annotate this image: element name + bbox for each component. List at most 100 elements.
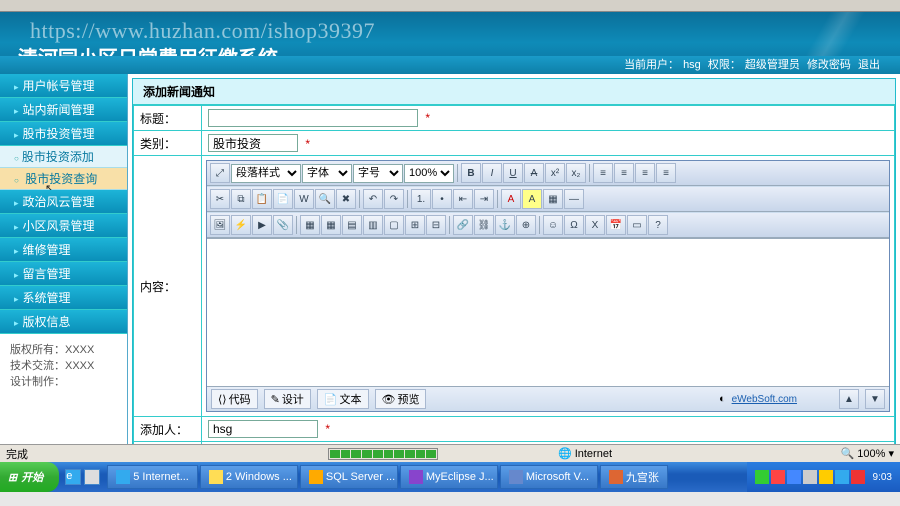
cell-icon[interactable]: ▢ [384,215,404,235]
change-password-link[interactable]: 修改密码 [807,59,851,71]
sidebar-item-user-account[interactable]: 用户帐号管理 [0,74,127,98]
map-icon[interactable]: ⊕ [516,215,536,235]
tab-text[interactable]: 📄文本 [317,389,369,409]
row-icon[interactable]: ▤ [342,215,362,235]
expand-icon[interactable]: ⤢ [210,163,230,183]
split-icon[interactable]: ⊟ [426,215,446,235]
marquee-icon[interactable]: ▭ [627,215,647,235]
tray-icon[interactable] [787,470,801,484]
copy-icon[interactable]: ⧉ [231,189,251,209]
ul-icon[interactable]: • [432,189,452,209]
task-sqlserver[interactable]: SQL Server ... [300,465,398,489]
unlink-icon[interactable]: ⛓ [474,215,494,235]
paste-icon[interactable]: 📋 [252,189,272,209]
sidebar-item-message[interactable]: 留言管理 [0,262,127,286]
label-category: 类别： [134,131,202,156]
align-center-icon[interactable]: ≡ [614,163,634,183]
paste-text-icon[interactable]: 📄 [273,189,293,209]
align-left-icon[interactable]: ≡ [593,163,613,183]
italic-icon[interactable]: I [482,163,502,183]
sidebar-item-system[interactable]: 系统管理 [0,286,127,310]
superscript-icon[interactable]: x² [545,163,565,183]
backcolor-icon[interactable]: A [522,189,542,209]
outdent-icon[interactable]: ⇤ [453,189,473,209]
zoom-control[interactable]: 🔍 100% ▾ [841,447,894,460]
subscript-icon[interactable]: x₂ [566,163,586,183]
align-right-icon[interactable]: ≡ [635,163,655,183]
task-ie[interactable]: 5 Internet... [107,465,198,489]
emoji-icon[interactable]: ☺ [543,215,563,235]
adder-input[interactable] [208,420,318,438]
paste-word-icon[interactable]: W [294,189,314,209]
table-prop-icon[interactable]: ▦ [321,215,341,235]
zoom-select[interactable]: 100% [404,164,454,183]
shield-icon[interactable] [851,470,865,484]
size-select[interactable]: 字号 [353,164,403,183]
tab-code[interactable]: ⟨⟩代码 [211,389,258,409]
task-explorer[interactable]: 2 Windows ... [200,465,298,489]
tab-preview[interactable]: 👁预览 [375,389,427,409]
label-image: 首页图片： [134,442,202,445]
strike-icon[interactable]: A [524,163,544,183]
format-select[interactable]: 段落样式 [231,164,301,183]
sidebar: 用户帐号管理 站内新闻管理 股市投资管理 股市投资添加 股市投资查询 ↖ 政治风… [0,74,128,444]
underline-icon[interactable]: U [503,163,523,183]
clock[interactable]: 9:03 [873,472,892,483]
link-icon[interactable]: 🔗 [453,215,473,235]
date-icon[interactable]: 📅 [606,215,626,235]
align-justify-icon[interactable]: ≡ [656,163,676,183]
image-icon[interactable]: 🖼 [210,215,230,235]
anchor-icon[interactable]: ⚓ [495,215,515,235]
cut-icon[interactable]: ✂ [210,189,230,209]
task-msvs[interactable]: Microsoft V... [500,465,598,489]
title-input[interactable] [208,109,418,127]
sidebar-subitem-stock-add[interactable]: 股市投资添加 [0,146,127,168]
required-star-icon: * [325,422,330,436]
sidebar-item-scenery[interactable]: 小区风景管理 [0,214,127,238]
resize-shrink-icon[interactable]: ▼ [865,389,885,409]
status-done: 完成 [6,446,28,462]
logout-link[interactable]: 退出 [858,59,880,71]
indent-icon[interactable]: ⇥ [474,189,494,209]
ie-icon[interactable]: e [65,469,81,485]
task-myeclipse[interactable]: MyEclipse J... [400,465,498,489]
redo-icon[interactable]: ↷ [384,189,404,209]
excel-icon[interactable]: X [585,215,605,235]
hr-icon[interactable]: — [564,189,584,209]
font-select[interactable]: 字体 [302,164,352,183]
clear-icon[interactable]: ✖ [336,189,356,209]
flash-icon[interactable]: ⚡ [231,215,251,235]
table-icon[interactable]: ▦ [300,215,320,235]
network-icon[interactable] [835,470,849,484]
task-other[interactable]: 九宫张 [600,465,668,489]
tab-design[interactable]: ✎设计 [264,389,311,409]
volume-icon[interactable] [803,470,817,484]
credit-link[interactable]: eWebSoft.com [732,394,797,405]
sidebar-item-stock-invest[interactable]: 股市投资管理 [0,122,127,146]
tray-icon[interactable] [819,470,833,484]
sidebar-item-repair[interactable]: 维修管理 [0,238,127,262]
category-input[interactable] [208,134,298,152]
ol-icon[interactable]: 1. [411,189,431,209]
help-icon[interactable]: ? [648,215,668,235]
col-icon[interactable]: ▥ [363,215,383,235]
tray-icon[interactable] [771,470,785,484]
undo-icon[interactable]: ↶ [363,189,383,209]
file-icon[interactable]: 📎 [273,215,293,235]
media-icon[interactable]: ▶ [252,215,272,235]
resize-grow-icon[interactable]: ▲ [839,389,859,409]
sidebar-subitem-stock-query[interactable]: 股市投资查询 ↖ [0,168,127,190]
bgcolor-icon[interactable]: ▦ [543,189,563,209]
symbol-icon[interactable]: Ω [564,215,584,235]
merge-icon[interactable]: ⊞ [405,215,425,235]
find-icon[interactable]: 🔍 [315,189,335,209]
forecolor-icon[interactable]: A [501,189,521,209]
sidebar-item-site-news[interactable]: 站内新闻管理 [0,98,127,122]
bold-icon[interactable]: B [461,163,481,183]
sidebar-item-copyright[interactable]: 版权信息 [0,310,127,334]
start-button[interactable]: ⊞ 开始 [0,462,59,492]
desktop-icon[interactable] [84,469,100,485]
tray-icon[interactable] [755,470,769,484]
editor-body[interactable] [207,238,889,386]
sidebar-item-politics[interactable]: 政治风云管理 [0,190,127,214]
